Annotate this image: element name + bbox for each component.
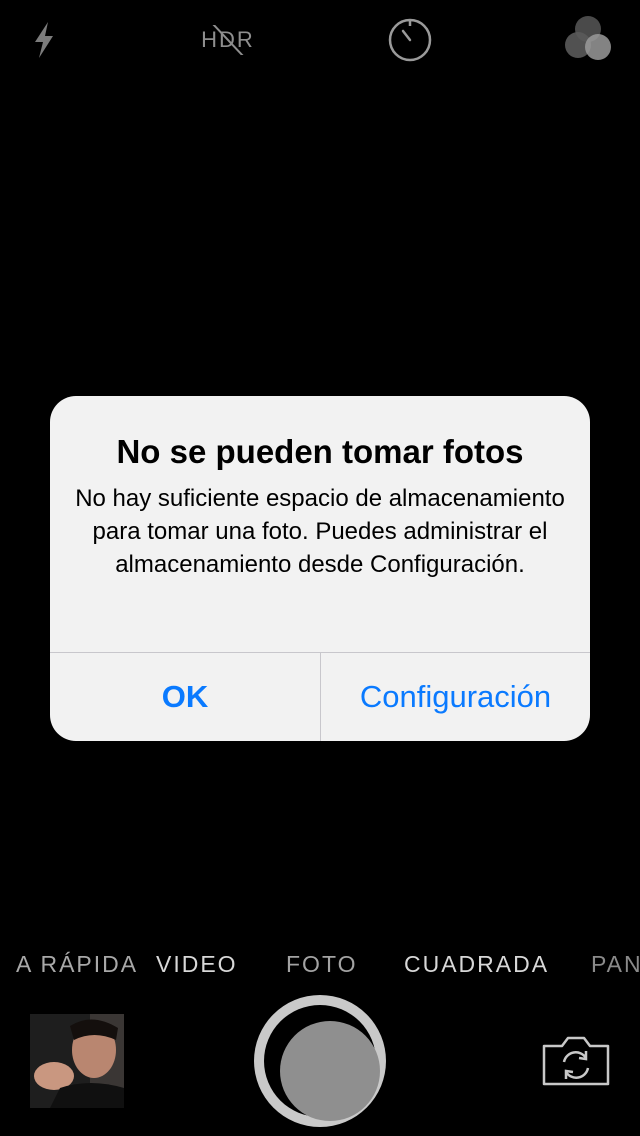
timer-icon <box>388 18 432 62</box>
overlapping-circles-icon <box>565 16 611 60</box>
camera-switch-icon <box>542 1036 610 1086</box>
settings-button[interactable]: Configuración <box>321 653 590 741</box>
shutter-button[interactable] <box>254 995 386 1127</box>
mode-square[interactable]: CUADRADA <box>404 944 549 984</box>
alert-title: No se pueden tomar fotos <box>116 433 524 470</box>
flash-button[interactable] <box>18 14 70 66</box>
photo-thumbnail-icon <box>30 1014 124 1108</box>
lightning-bolt-icon <box>35 22 53 58</box>
switch-camera-button[interactable] <box>540 1032 612 1090</box>
last-photo-thumbnail[interactable] <box>30 1014 124 1108</box>
shutter-ring <box>264 1005 380 1121</box>
mode-photo[interactable]: FOTO <box>286 944 357 984</box>
camera-top-bar: HDR <box>0 0 640 82</box>
mode-quick[interactable]: A RÁPIDA <box>16 944 138 984</box>
alert-message: No hay suficiente espacio de almacenamie… <box>75 485 565 578</box>
timer-button[interactable] <box>382 14 438 66</box>
filters-button[interactable] <box>560 14 616 66</box>
mode-video[interactable]: VIDEO <box>156 944 238 984</box>
hdr-off-icon: HDR <box>198 25 258 55</box>
mode-pano[interactable]: PAN <box>591 944 640 984</box>
camera-mode-selector: A RÁPIDA VIDEO FOTO CUADRADA PAN <box>0 944 640 984</box>
alert-dialog: No se pueden tomar fotos No hay suficien… <box>50 396 590 741</box>
hdr-button[interactable]: HDR <box>192 14 264 66</box>
shutter-icon <box>280 1021 380 1121</box>
ok-button[interactable]: OK <box>50 653 320 741</box>
